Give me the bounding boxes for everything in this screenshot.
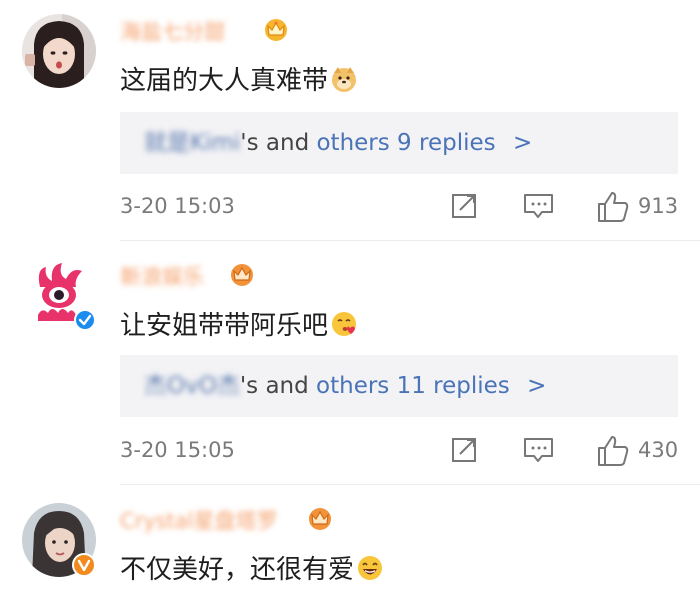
comment-button[interactable] — [522, 434, 556, 470]
timestamp: 3-20 15:03 — [120, 194, 235, 218]
view-replies-link[interactable]: others 11 replies — [316, 373, 510, 399]
comment-3: Crystal星盘塔罗 不仅美好，还很有爱 — [0, 485, 700, 593]
like-button[interactable] — [596, 190, 630, 226]
comment-meta: 3-20 15:03 913 — [120, 190, 700, 226]
thumbs-up-icon — [598, 436, 629, 466]
comment-icon — [524, 194, 553, 218]
like-count: 430 — [638, 438, 679, 462]
comment-text: 不仅美好，还很有爱 — [120, 549, 384, 586]
comment-text: 让安姐带带阿乐吧 — [120, 305, 358, 342]
crown-badge-icon — [265, 19, 287, 41]
comment-icon — [524, 438, 553, 462]
reply-author: 杰OvO杰 — [144, 373, 240, 399]
kiss-emoji-icon — [332, 312, 357, 336]
chevron-right-icon: > — [527, 373, 547, 399]
timestamp: 3-20 15:05 — [120, 438, 235, 462]
vip-badge-icon — [72, 553, 96, 577]
reply-author: 就是Kimi — [144, 130, 241, 156]
replies-preview[interactable]: 杰OvO杰's and others 11 replies > — [120, 355, 678, 417]
username[interactable]: 新浪娱乐 — [120, 261, 204, 291]
crown-badge-icon — [309, 508, 331, 530]
verified-badge-icon — [74, 309, 96, 331]
comment-button[interactable] — [522, 190, 556, 226]
reply-suffix: 's and — [239, 373, 317, 399]
view-replies-link[interactable]: others 9 replies — [316, 130, 495, 156]
username[interactable]: 海盐七分甜 — [120, 16, 225, 46]
comment-text-label: 这届的大人真难带 — [120, 66, 329, 96]
share-button[interactable] — [450, 434, 480, 470]
avatar[interactable] — [22, 14, 96, 88]
doge-emoji-icon — [332, 67, 357, 92]
comment-meta: 3-20 15:05 430 — [120, 434, 700, 470]
share-icon — [452, 194, 476, 218]
laugh-emoji-icon — [358, 556, 383, 580]
crown-badge-icon — [231, 264, 253, 286]
like-button[interactable] — [596, 434, 630, 470]
comment-1: 海盐七分甜 这届的大人真难带 就是Kimi's and others 9 rep… — [0, 0, 700, 240]
share-icon — [452, 438, 476, 462]
comment-text: 这届的大人真难带 — [120, 60, 358, 97]
replies-preview[interactable]: 就是Kimi's and others 9 replies > — [120, 112, 678, 174]
comment-text-label: 不仅美好，还很有爱 — [120, 555, 355, 585]
comment-2: 新浪娱乐 让安姐带带阿乐吧 杰OvO杰's and others 11 repl… — [0, 241, 700, 483]
share-button[interactable] — [450, 190, 480, 226]
thumbs-up-icon — [598, 192, 629, 222]
reply-suffix: 's and — [240, 130, 317, 156]
like-count: 913 — [638, 194, 679, 218]
comment-text-label: 让安姐带带阿乐吧 — [120, 311, 329, 341]
username[interactable]: Crystal星盘塔罗 — [120, 505, 278, 535]
chevron-right-icon: > — [512, 130, 533, 156]
